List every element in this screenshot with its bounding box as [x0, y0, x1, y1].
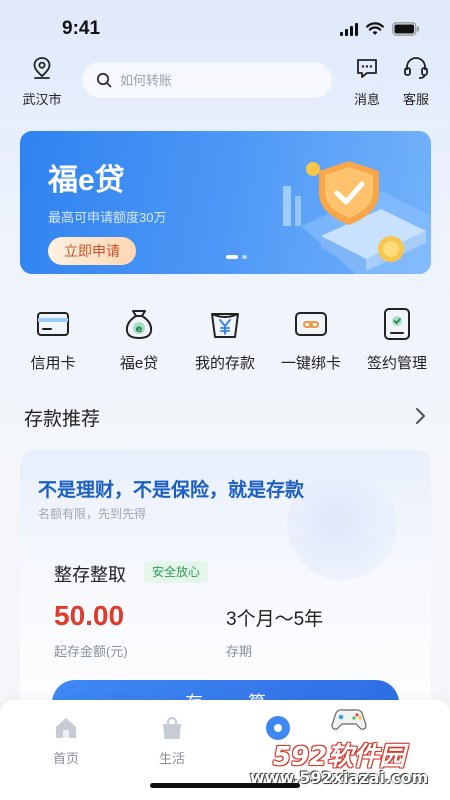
watermark-brand: 592软件园 — [272, 742, 406, 772]
shield-illustration-icon — [283, 161, 431, 274]
quick-actions: 信用卡 e 福e贷 我的存款 一键绑卡 签约管理 — [0, 296, 450, 376]
quick-action-label: 签约管理 — [366, 355, 427, 372]
min-amount-label: 起存金额(元) — [54, 644, 128, 659]
yuan-deposit-icon — [211, 313, 239, 338]
quick-action-label: 一键绑卡 — [280, 355, 341, 372]
quick-action-bind-card[interactable]: 一键绑卡 — [271, 296, 351, 376]
location-pin-icon — [33, 57, 51, 79]
quick-action-label: 我的存款 — [194, 355, 255, 372]
message-icon — [357, 59, 377, 78]
search-bar[interactable] — [82, 62, 332, 98]
deposit-recommend-header[interactable]: 存款推荐 — [24, 404, 426, 434]
tab-label: 生活 — [158, 751, 185, 766]
carousel-dot — [242, 255, 247, 259]
battery-icon — [392, 22, 419, 36]
banner-subtitle: 最高可申请额度30万 — [48, 210, 167, 225]
contract-management-icon — [384, 308, 410, 340]
svg-text:e: e — [136, 324, 143, 335]
headset-icon — [404, 57, 428, 79]
wifi-icon — [366, 22, 384, 35]
status-time: 9:41 — [62, 18, 101, 39]
location-label: 武汉市 — [22, 92, 62, 107]
search-icon — [96, 72, 112, 88]
chevron-right-icon[interactable] — [414, 406, 426, 426]
location-selector[interactable]: 武汉市 — [18, 56, 66, 108]
cellular-signal-icon — [340, 22, 358, 36]
customer-service-button[interactable]: 客服 — [396, 56, 436, 108]
tab-home[interactable]: 首页 — [36, 714, 96, 767]
header: 武汉市 消息 客服 — [0, 52, 450, 112]
customer-service-label: 客服 — [402, 92, 429, 107]
deposit-product-card[interactable]: 不是理财，不是保险，就是存款 名额有限，先到先得 整存整取 安全放心 50.00… — [20, 450, 431, 740]
search-input[interactable] — [120, 72, 300, 88]
messages-label: 消息 — [353, 92, 380, 107]
messages-button[interactable]: 消息 — [347, 56, 387, 108]
quick-action-contract-management[interactable]: 签约管理 — [357, 296, 437, 376]
quick-action-label: 信用卡 — [30, 355, 76, 372]
product-tag: 安全放心 — [144, 561, 209, 583]
money-bag-icon: e — [125, 310, 153, 339]
banner-title: 福e贷 — [48, 164, 125, 197]
quick-action-my-deposits[interactable]: 我的存款 — [185, 296, 265, 376]
gamepad-icon — [331, 709, 367, 730]
status-icons — [340, 22, 420, 36]
product-name: 整存整取 — [54, 565, 126, 585]
card-slogan-sub: 名额有限，先到先得 — [38, 507, 147, 521]
apply-now-button[interactable]: 立即申请 — [48, 237, 136, 265]
tab-life[interactable]: 生活 — [142, 714, 202, 767]
section-title: 存款推荐 — [24, 409, 101, 430]
carousel-dot-active — [226, 255, 238, 259]
tab-label: 首页 — [52, 751, 79, 766]
carousel-dots — [226, 255, 247, 259]
credit-card-icon — [37, 312, 69, 336]
quick-action-label: 福e贷 — [119, 355, 159, 372]
home-icon — [56, 718, 76, 738]
promo-banner[interactable]: 福e贷 最高可申请额度30万 立即申请 — [20, 131, 431, 274]
link-card-icon — [295, 312, 327, 336]
quick-action-credit-card[interactable]: 信用卡 — [13, 296, 93, 376]
term-value: 3个月～5年 — [226, 609, 324, 630]
min-amount-value: 50.00 — [54, 600, 125, 631]
term-label: 存期 — [226, 644, 253, 659]
card-slogan: 不是理财，不是保险，就是存款 — [38, 480, 305, 501]
home-indicator — [150, 783, 300, 788]
site-watermark: 592软件园 www.592xiazai.com — [232, 700, 446, 792]
quick-action-loan[interactable]: e 福e贷 — [99, 296, 179, 376]
status-bar: 9:41 — [0, 0, 450, 52]
shopping-bag-icon — [163, 716, 181, 739]
